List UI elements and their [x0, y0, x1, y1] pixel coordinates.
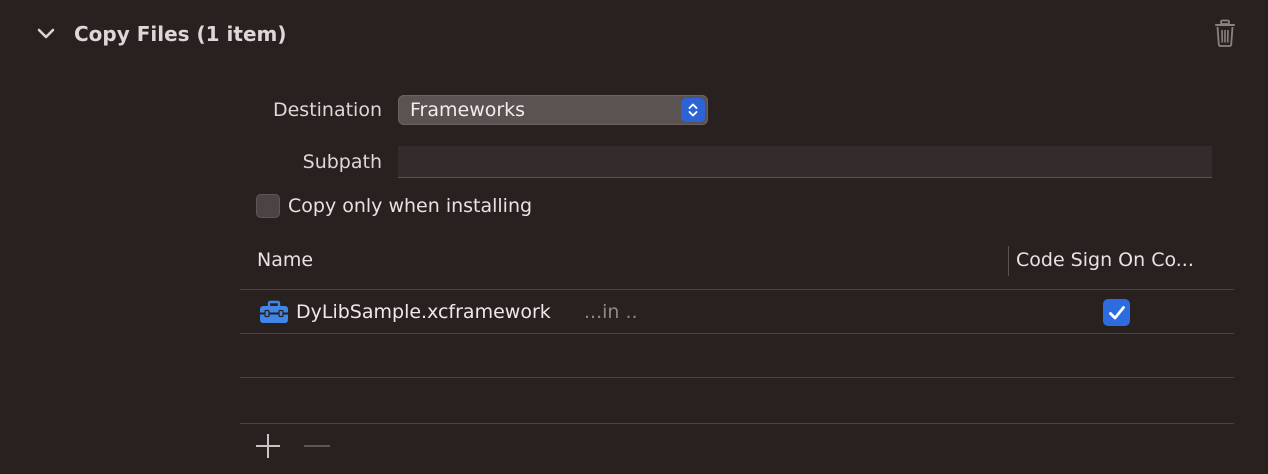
remove-button[interactable]: [303, 432, 331, 460]
row-file-location: ...in ..: [584, 301, 638, 323]
table-divider: [240, 289, 1234, 290]
column-divider[interactable]: [1008, 246, 1009, 276]
destination-label: Destination: [272, 99, 382, 121]
checkmark-icon: [1108, 305, 1125, 319]
subpath-input[interactable]: [398, 146, 1212, 178]
section-title[interactable]: Copy Files (1 item): [74, 19, 287, 49]
plus-icon: [256, 434, 280, 458]
code-sign-checkbox[interactable]: [1103, 299, 1130, 326]
up-down-chevron-icon: [681, 98, 705, 122]
toolbox-icon: [259, 300, 289, 324]
destination-select[interactable]: Frameworks: [398, 95, 708, 125]
copy-only-when-installing-checkbox[interactable]: [256, 194, 280, 218]
table-divider: [240, 377, 1234, 378]
subpath-label: Subpath: [302, 151, 382, 173]
column-header-name[interactable]: Name: [257, 245, 313, 275]
delete-phase-button[interactable]: [1208, 16, 1242, 50]
add-button[interactable]: [254, 432, 282, 460]
destination-value: Frameworks: [410, 99, 526, 121]
column-header-code-sign[interactable]: Code Sign On Co...: [1016, 245, 1220, 275]
copy-only-when-installing-label[interactable]: Copy only when installing: [288, 191, 532, 221]
table-divider: [240, 333, 1234, 334]
trash-icon: [1215, 19, 1235, 47]
table-divider: [240, 423, 1234, 424]
chevron-down-icon[interactable]: [36, 24, 56, 44]
minus-icon: [304, 445, 330, 447]
row-file-name[interactable]: DyLibSample.xcframework: [296, 297, 551, 327]
